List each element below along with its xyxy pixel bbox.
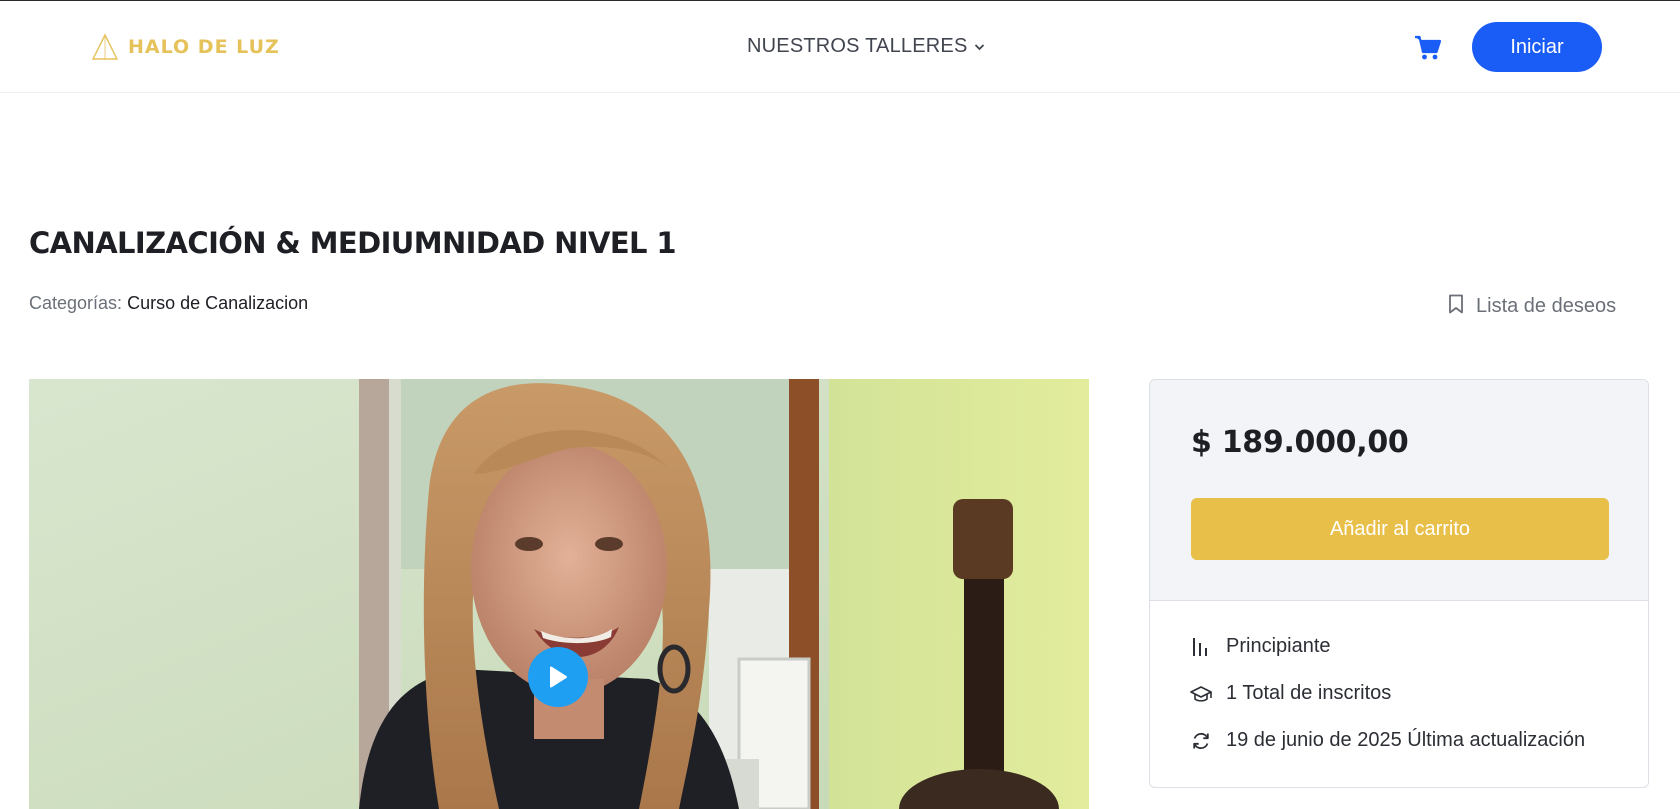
last-update-text: 19 de junio de 2025 Última actualización	[1226, 729, 1586, 751]
bookmark-icon	[1448, 294, 1464, 319]
course-price: $ 189.000,00	[1191, 425, 1409, 460]
bar-chart-icon	[1190, 636, 1212, 658]
meta-last-update: 19 de junio de 2025 Última actualización	[1190, 729, 1585, 752]
course-categories: Categorías: Curso de Canalizacion	[29, 293, 308, 314]
logo-text: HALO DE LUZ	[128, 36, 280, 58]
meta-level: Principiante	[1190, 635, 1331, 658]
course-title: CANALIZACIÓN & MEDIUMNIDAD NIVEL 1	[29, 226, 677, 260]
add-to-cart-button[interactable]: Añadir al carrito	[1191, 498, 1609, 560]
enrolled-text: 1 Total de inscritos	[1226, 682, 1392, 704]
nav-talleres-dropdown[interactable]: NUESTROS TALLERES	[747, 35, 985, 58]
course-enroll-card: $ 189.000,00 Añadir al carrito Principia…	[1149, 379, 1649, 788]
level-text: Principiante	[1226, 635, 1331, 657]
wishlist-button[interactable]: Lista de deseos	[1448, 294, 1616, 319]
wishlist-label: Lista de deseos	[1476, 295, 1617, 317]
categories-label: Categorías:	[29, 293, 123, 313]
course-video-preview[interactable]	[29, 379, 1089, 809]
login-button[interactable]: Iniciar	[1472, 22, 1602, 72]
site-logo[interactable]: HALO DE LUZ	[91, 32, 280, 62]
nav-talleres-label: NUESTROS TALLERES	[747, 35, 968, 57]
category-link[interactable]: Curso de Canalizacion	[127, 293, 308, 313]
graduation-cap-icon	[1190, 683, 1212, 705]
refresh-icon	[1190, 730, 1212, 752]
site-header: HALO DE LUZ NUESTROS TALLERES Iniciar	[0, 1, 1680, 93]
card-price-section: $ 189.000,00 Añadir al carrito	[1150, 380, 1648, 601]
shopping-cart-icon[interactable]	[1414, 35, 1442, 61]
triangle-logo-icon	[91, 33, 119, 61]
play-icon[interactable]	[528, 647, 588, 707]
meta-enrolled: 1 Total de inscritos	[1190, 682, 1391, 705]
video-thumbnail-image	[29, 379, 1089, 809]
chevron-down-icon	[974, 38, 985, 56]
